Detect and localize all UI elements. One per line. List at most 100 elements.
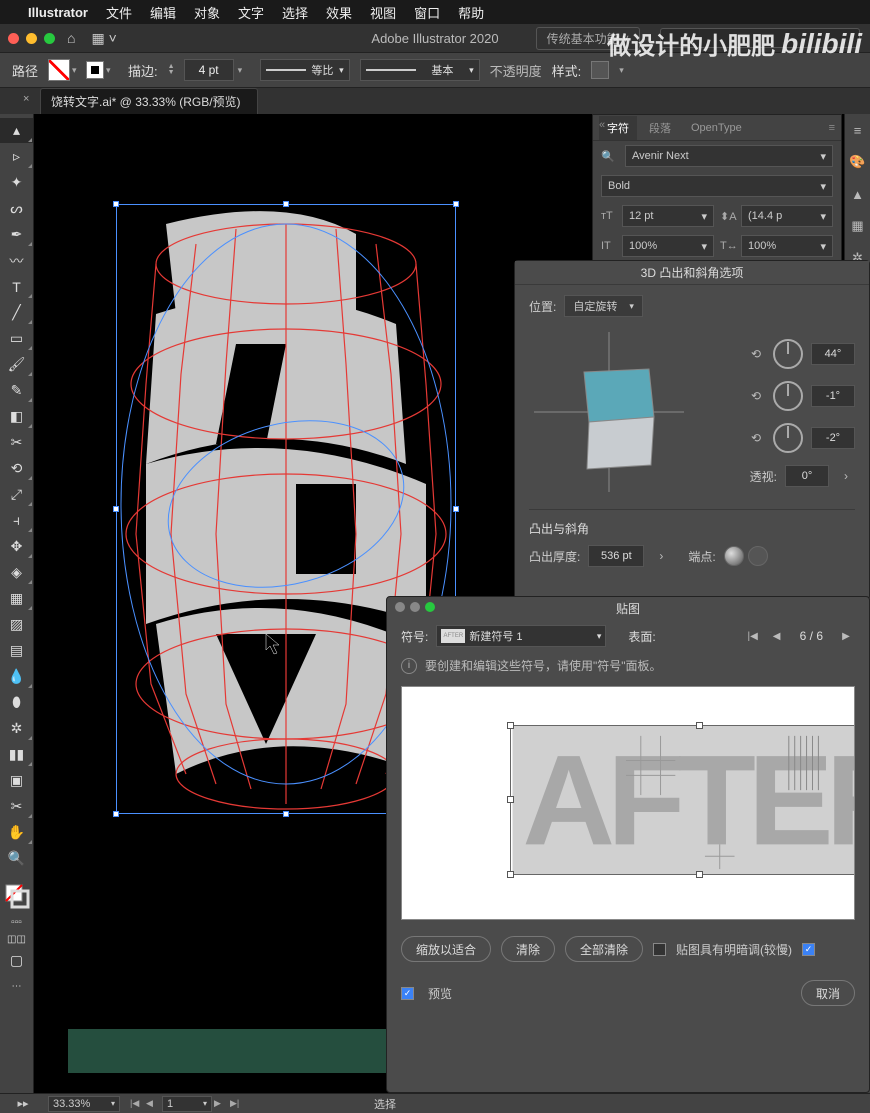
panel-menu-icon[interactable]: ≡ (829, 122, 835, 134)
menu-app[interactable]: Illustrator (28, 5, 88, 20)
opacity-label[interactable]: 不透明度 (490, 61, 542, 80)
brushes-panel-icon[interactable]: ▦ (845, 214, 870, 238)
free-transform-tool[interactable]: ✥ (0, 534, 33, 559)
menu-window[interactable]: 窗口 (414, 3, 440, 22)
curvature-tool[interactable]: 〰 (0, 248, 33, 273)
home-icon[interactable]: ⌂ (67, 30, 75, 46)
arrange-documents-icon[interactable]: ▦ ˅ (91, 30, 116, 47)
map-min-button[interactable] (410, 602, 420, 612)
hand-tool[interactable]: ✋ (0, 820, 33, 845)
document-tab[interactable]: × 饶转文字.ai* @ 33.33% (RGB/预览) (40, 88, 258, 114)
cap-on-button[interactable] (724, 546, 744, 566)
color-mode-row[interactable]: ▫▫▫ (0, 914, 33, 930)
shade-artwork-checkbox[interactable] (653, 943, 666, 956)
properties-panel-icon[interactable]: ≡ (845, 118, 870, 142)
menu-type[interactable]: 文字 (238, 3, 264, 22)
selection-tool[interactable]: ▴ (0, 118, 33, 143)
pencil-tool[interactable]: ✎ (0, 378, 33, 403)
toolbar-expand-icon[interactable]: ▸▸ (8, 1097, 38, 1110)
graphic-style-swatch[interactable] (591, 61, 609, 79)
preview-checkbox[interactable]: ✓ (401, 987, 414, 1000)
tab-close-icon[interactable]: × (23, 93, 29, 105)
map-close-button[interactable] (395, 602, 405, 612)
cap-off-button[interactable] (748, 546, 768, 566)
artboard-prev[interactable]: ◀ (146, 1098, 160, 1109)
rotate-x-input[interactable]: 44° (811, 343, 855, 365)
artboard-last[interactable]: ▶| (230, 1098, 244, 1109)
draw-mode-row[interactable]: ◫◫ (0, 931, 33, 947)
rotation-cube-widget[interactable] (529, 327, 689, 497)
tab-paragraph[interactable]: 段落 (641, 116, 679, 140)
menu-view[interactable]: 视图 (370, 3, 396, 22)
line-tool[interactable]: ╱ (0, 300, 33, 325)
swatches-panel-icon[interactable]: ▲ (845, 182, 870, 206)
artboard-next[interactable]: ▶ (214, 1098, 228, 1109)
menu-object[interactable]: 对象 (194, 3, 220, 22)
surface-first-button[interactable]: |◀ (744, 627, 762, 645)
depth-more-icon[interactable]: › (652, 547, 670, 565)
window-close-button[interactable] (8, 33, 19, 44)
perspective-grid-tool[interactable]: ▦ (0, 586, 33, 611)
stroke-swatch[interactable] (86, 61, 104, 79)
direct-selection-tool[interactable]: ▹ (0, 144, 33, 169)
tab-opentype[interactable]: OpenType (683, 118, 750, 138)
perspective-input[interactable]: 0° (785, 465, 829, 487)
column-graph-tool[interactable]: ▮▮ (0, 742, 33, 767)
scale-tool[interactable]: ⤢ (0, 482, 33, 507)
rectangle-tool[interactable]: ▭ (0, 326, 33, 351)
panel-collapse-icon[interactable]: « (599, 119, 605, 131)
menu-help[interactable]: 帮助 (458, 3, 484, 22)
font-family-combo[interactable]: Avenir Next▾ (625, 145, 833, 167)
clear-button[interactable]: 清除 (501, 936, 555, 962)
gradient-tool[interactable]: ▤ (0, 638, 33, 663)
scissors-tool[interactable]: ✂ (0, 430, 33, 455)
symbol-select[interactable]: AFTER 新建符号 1 ▾ (436, 625, 606, 647)
eraser-tool[interactable]: ◧ (0, 404, 33, 429)
rotate-z-input[interactable]: -2° (811, 427, 855, 449)
menu-file[interactable]: 文件 (106, 3, 132, 22)
position-select[interactable]: 自定旋转▾ (564, 295, 643, 317)
shape-builder-tool[interactable]: ◈ (0, 560, 33, 585)
scale-to-fit-button[interactable]: 缩放以适合 (401, 936, 491, 962)
leading-input[interactable]: (14.4 p▾ (741, 205, 833, 227)
artboard-first[interactable]: |◀ (130, 1098, 144, 1109)
perspective-more-icon[interactable]: › (837, 467, 855, 485)
rotate-x-dial[interactable] (773, 339, 803, 369)
symbol-sprayer-tool[interactable]: ✲ (0, 716, 33, 741)
rotate-y-dial[interactable] (773, 381, 803, 411)
zoom-tool[interactable]: 🔍 (0, 846, 33, 871)
brush-definition[interactable]: 基本▾ (360, 59, 480, 81)
menu-edit[interactable]: 编辑 (150, 3, 176, 22)
blend-tool[interactable]: ⬮ (0, 690, 33, 715)
slice-tool[interactable]: ✂ (0, 794, 33, 819)
clear-all-button[interactable]: 全部清除 (565, 936, 643, 962)
fill-dropdown[interactable]: ▾ (72, 65, 84, 76)
extrude-depth-input[interactable]: 536 pt (588, 545, 644, 567)
rotate-tool[interactable]: ⟲ (0, 456, 33, 481)
edit-toolbar[interactable]: ⋯ (0, 974, 33, 999)
surface-next-button[interactable]: ▶ (837, 627, 855, 645)
artboard-tool[interactable]: ▣ (0, 768, 33, 793)
type-tool[interactable]: T (0, 274, 33, 299)
window-maximize-button[interactable] (44, 33, 55, 44)
zoom-level-select[interactable]: 33.33%▾ (48, 1096, 120, 1112)
artboard-number[interactable]: 1▾ (162, 1096, 212, 1112)
map-max-button[interactable] (425, 602, 435, 612)
screen-mode[interactable]: ▢ (0, 948, 33, 973)
window-minimize-button[interactable] (26, 33, 37, 44)
fill-stroke-proxy[interactable] (0, 879, 33, 913)
fill-swatch[interactable] (48, 59, 70, 81)
stroke-weight-input[interactable]: 4 pt (184, 59, 234, 81)
stroke-dropdown[interactable]: ▾ (106, 65, 118, 76)
font-size-input[interactable]: 12 pt▾ (622, 205, 714, 227)
width-tool[interactable]: ⫞ (0, 508, 33, 533)
paintbrush-tool[interactable]: 🖌 (0, 352, 33, 377)
horizontal-scale-input[interactable]: 100%▾ (741, 235, 833, 257)
menu-effect[interactable]: 效果 (326, 3, 352, 22)
rotate-y-input[interactable]: -1° (811, 385, 855, 407)
variable-width-profile[interactable]: 等比▾ (260, 59, 350, 81)
vertical-scale-input[interactable]: 100%▾ (622, 235, 714, 257)
cancel-button[interactable]: 取消 (801, 980, 855, 1006)
menu-select[interactable]: 选择 (282, 3, 308, 22)
surface-prev-button[interactable]: ◀ (768, 627, 786, 645)
